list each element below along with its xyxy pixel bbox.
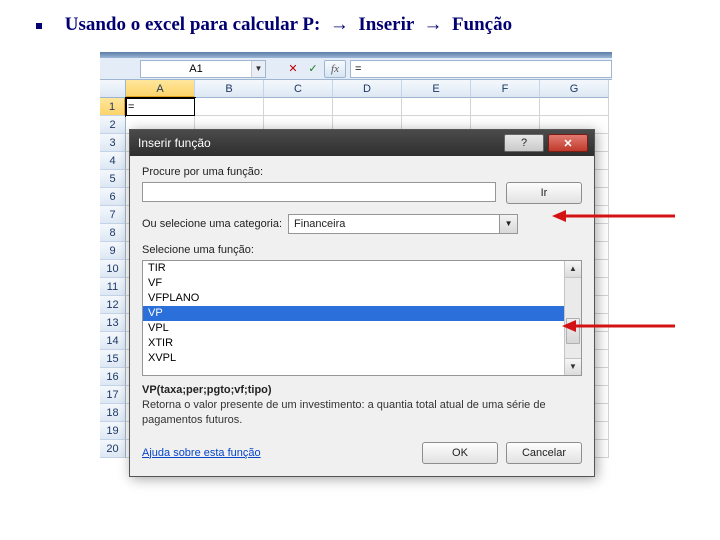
column-header[interactable]: G	[540, 80, 609, 98]
cell[interactable]	[264, 98, 333, 116]
name-box-wrap: A1 ▼	[140, 60, 266, 78]
formula-bar: A1 ▼ ✕ ✓ fx =	[100, 58, 612, 80]
category-select[interactable]: Financeira ▼	[288, 214, 518, 234]
row-header[interactable]: 2	[100, 116, 126, 134]
dialog-title: Inserir função	[136, 136, 500, 150]
row-header[interactable]: 4	[100, 152, 126, 170]
search-input[interactable]	[142, 182, 496, 202]
arrow-icon: →	[423, 14, 442, 36]
scroll-up-icon[interactable]: ▲	[565, 261, 581, 278]
function-item[interactable]: TIR	[143, 261, 564, 276]
search-label: Procure por uma função:	[142, 166, 582, 178]
row-header[interactable]: 7	[100, 206, 126, 224]
category-label: Ou selecione uma categoria:	[142, 218, 282, 230]
row-header[interactable]: 13	[100, 314, 126, 332]
row-header[interactable]: 17	[100, 386, 126, 404]
slide-step2: Função	[452, 14, 512, 35]
slide-step1: Inserir	[358, 14, 414, 35]
slide-text: Usando o excel para calcular P:	[65, 14, 321, 35]
row-header[interactable]: 20	[100, 440, 126, 458]
column-header[interactable]: C	[264, 80, 333, 98]
select-all-corner[interactable]	[100, 80, 126, 98]
dialog-close-button[interactable]: ✕	[548, 134, 588, 152]
name-box[interactable]: A1	[141, 61, 251, 77]
chevron-down-icon[interactable]: ▼	[500, 214, 518, 234]
cancel-icon[interactable]: ✕	[284, 60, 302, 78]
row-header[interactable]: 14	[100, 332, 126, 350]
fx-icon[interactable]: fx	[324, 60, 346, 78]
scroll-track[interactable]	[565, 278, 581, 358]
function-item[interactable]: VP	[143, 306, 564, 321]
scroll-thumb[interactable]	[566, 318, 580, 344]
cell[interactable]	[540, 98, 609, 116]
column-headers: ABCDEFG	[126, 80, 609, 98]
column-header[interactable]: F	[471, 80, 540, 98]
function-item[interactable]: XTIR	[143, 336, 564, 351]
cell[interactable]	[333, 98, 402, 116]
name-box-dropdown-icon[interactable]: ▼	[251, 61, 265, 77]
row-header[interactable]: 12	[100, 296, 126, 314]
select-function-label: Selecione uma função:	[142, 244, 582, 256]
row-header[interactable]: 15	[100, 350, 126, 368]
column-header[interactable]: E	[402, 80, 471, 98]
column-header[interactable]: A	[126, 80, 195, 98]
ok-button[interactable]: OK	[422, 442, 498, 464]
row-header[interactable]: 1	[100, 98, 126, 116]
row-header[interactable]: 11	[100, 278, 126, 296]
cell[interactable]	[195, 98, 264, 116]
function-list-items[interactable]: TIRVFVFPLANOVPVPLXTIRXVPL	[143, 261, 564, 375]
row-headers: 1234567891011121314151617181920	[100, 98, 126, 458]
dialog-help-button[interactable]: ?	[504, 134, 544, 152]
enter-icon[interactable]: ✓	[304, 60, 322, 78]
bullet-dot	[36, 23, 42, 29]
row-header[interactable]: 18	[100, 404, 126, 422]
cell[interactable]: =	[126, 98, 195, 116]
slide-bullet: Usando o excel para calcular P: → Inseri…	[36, 14, 512, 36]
function-item[interactable]: VF	[143, 276, 564, 291]
go-button[interactable]: Ir	[506, 182, 582, 204]
row-header[interactable]: 5	[100, 170, 126, 188]
cancel-button[interactable]: Cancelar	[506, 442, 582, 464]
row-header[interactable]: 6	[100, 188, 126, 206]
function-list: TIRVFVFPLANOVPVPLXTIRXVPL ▲ ▼	[142, 260, 582, 376]
function-description: Retorna o valor presente de um investime…	[142, 398, 582, 428]
function-item[interactable]: XVPL	[143, 351, 564, 366]
function-item[interactable]: VPL	[143, 321, 564, 336]
column-header[interactable]: D	[333, 80, 402, 98]
row-header[interactable]: 9	[100, 242, 126, 260]
arrow-icon: →	[330, 14, 349, 36]
row-header[interactable]: 3	[100, 134, 126, 152]
scrollbar[interactable]: ▲ ▼	[564, 261, 581, 375]
function-signature: VP(taxa;per;pgto;vf;tipo)	[142, 384, 582, 396]
scroll-down-icon[interactable]: ▼	[565, 358, 581, 375]
function-item[interactable]: VFPLANO	[143, 291, 564, 306]
formula-buttons: ✕ ✓ fx	[284, 60, 346, 78]
cell[interactable]	[471, 98, 540, 116]
row-header[interactable]: 19	[100, 422, 126, 440]
formula-input[interactable]: =	[350, 60, 612, 78]
help-link[interactable]: Ajuda sobre esta função	[142, 447, 261, 459]
row-header[interactable]: 8	[100, 224, 126, 242]
row-header[interactable]: 10	[100, 260, 126, 278]
category-value: Financeira	[288, 214, 500, 234]
row-header[interactable]: 16	[100, 368, 126, 386]
dialog-titlebar[interactable]: Inserir função ? ✕	[130, 130, 594, 156]
cell[interactable]	[402, 98, 471, 116]
insert-function-dialog: Inserir função ? ✕ Procure por uma funçã…	[129, 129, 595, 477]
column-header[interactable]: B	[195, 80, 264, 98]
